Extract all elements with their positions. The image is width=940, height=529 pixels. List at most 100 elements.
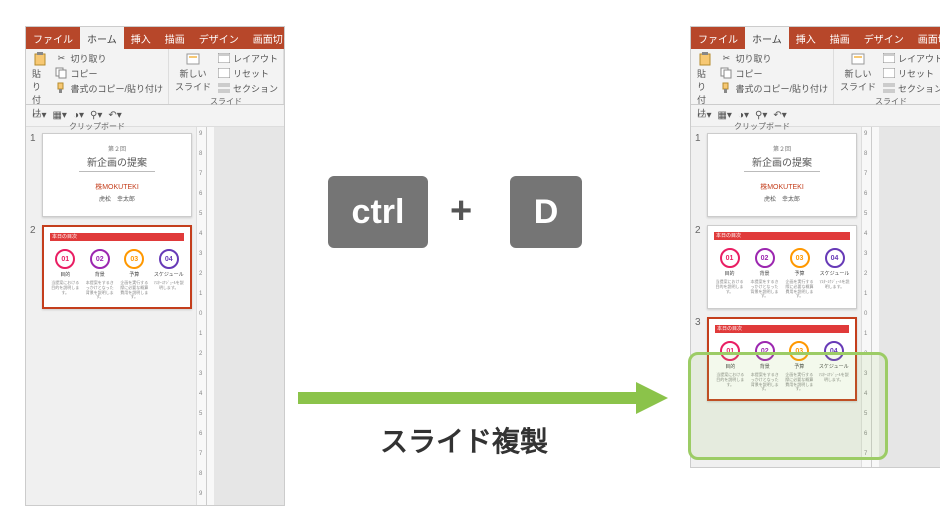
- tab-draw[interactable]: 描画: [158, 27, 192, 49]
- tab-file[interactable]: ファイル: [26, 27, 80, 49]
- ruler-tick: 3: [199, 251, 202, 257]
- slide-1-preview: 第２回 新企画の提案 株MOKUTEKI 虎松 幸太郎: [707, 133, 857, 217]
- layout-icon: [882, 51, 896, 65]
- agenda-bar: 本日の目次: [714, 232, 850, 240]
- paste-button[interactable]: 貼り付け: [30, 51, 50, 120]
- format-painter-button[interactable]: 書式のコピー/貼り付け: [53, 81, 164, 95]
- ruler-tick: 5: [864, 211, 867, 217]
- agenda-label: 予算: [794, 270, 804, 277]
- ruler-tick: 2: [864, 271, 867, 277]
- layout-icon: [217, 51, 231, 65]
- agenda-num: 02: [755, 248, 775, 268]
- section-label: セクション: [233, 82, 278, 95]
- layout-label: レイアウト: [233, 52, 278, 65]
- thumb-number: 1: [30, 133, 38, 217]
- agenda-items: 01目的当提案における目的を説明します。 02背景本提案をするきっかけとなった背…: [48, 249, 186, 300]
- caption: スライド複製: [380, 420, 548, 460]
- thumbnail-1[interactable]: 1 第２回 新企画の提案 株MOKUTEKI 虎松 幸太郎: [30, 133, 192, 217]
- new-slide-button[interactable]: 新しい スライド: [173, 51, 213, 94]
- slide1-small: 第２回: [708, 144, 856, 153]
- new-slide-icon: [851, 52, 865, 66]
- agenda-num: 02: [90, 249, 110, 269]
- agenda-num: 04: [825, 248, 845, 268]
- new-slide-button[interactable]: 新しい スライド: [838, 51, 878, 94]
- clipboard-group-label: クリップボード: [30, 120, 164, 132]
- tab-design[interactable]: デザイン: [857, 27, 911, 49]
- agenda-text: 当提案における目的を説明します。: [715, 280, 745, 294]
- agenda-text: 当提案における目的を説明します。: [50, 281, 80, 295]
- cut-button[interactable]: ✂切り取り: [718, 51, 829, 65]
- tab-design[interactable]: デザイン: [192, 27, 246, 49]
- slides-group-label: スライド: [838, 95, 940, 107]
- new-slide-icon: [186, 52, 200, 66]
- agenda-label: スケジュール: [154, 271, 184, 278]
- tab-transition[interactable]: 画面切り替え: [911, 27, 940, 49]
- tab-transition[interactable]: 画面切り替え: [246, 27, 320, 49]
- agenda-text: 本提案をするきっかけとなった背景を説明します。: [85, 281, 115, 300]
- highlight-duplicated-slide: [688, 352, 888, 460]
- ruler-tick: 7: [864, 171, 867, 177]
- thumb-number: 1: [695, 133, 703, 217]
- slide1-author: 虎松 幸太郎: [708, 194, 856, 203]
- tab-insert[interactable]: 挿入: [789, 27, 823, 49]
- layout-button[interactable]: レイアウト: [881, 51, 940, 65]
- copy-label: コピー: [70, 67, 97, 80]
- layout-button[interactable]: レイアウト: [216, 51, 279, 65]
- tab-home[interactable]: ホーム: [80, 27, 124, 49]
- agenda-text: ﾏｽﾀｰｽｹｼﾞｭｰﾙを説明します。: [154, 281, 184, 291]
- format-painter-button[interactable]: 書式のコピー/貼り付け: [718, 81, 829, 95]
- ruler-tick: 2: [199, 271, 202, 277]
- slide1-author: 虎松 幸太郎: [43, 194, 191, 203]
- ruler-tick: 2: [199, 351, 202, 357]
- slide1-small: 第２回: [43, 144, 191, 153]
- layout-label: レイアウト: [898, 52, 940, 65]
- ribbon: 貼り付け ✂切り取り コピー 書式のコピー/貼り付け クリップボード 新しい ス…: [26, 49, 284, 105]
- arrow-line: [298, 392, 638, 404]
- thumb-number: 2: [695, 225, 703, 309]
- reset-button[interactable]: リセット: [881, 66, 940, 80]
- ruler-tick: 8: [864, 151, 867, 157]
- new-slide-label: 新しい スライド: [840, 67, 876, 93]
- format-painter-label: 書式のコピー/貼り付け: [735, 82, 828, 95]
- ribbon-group-slides: 新しい スライド レイアウト リセット セクション スライド: [834, 49, 940, 104]
- key-d: D: [510, 176, 582, 248]
- tab-file[interactable]: ファイル: [691, 27, 745, 49]
- copy-button[interactable]: コピー: [53, 66, 164, 80]
- ribbon-tabs: ファイル ホーム 挿入 描画 デザイン 画面切り替え: [691, 27, 940, 49]
- copy-label: コピー: [735, 67, 762, 80]
- ribbon-group-slides: 新しい スライド レイアウト リセット セクション スライド: [169, 49, 284, 104]
- agenda-num: 01: [55, 249, 75, 269]
- paste-icon: [33, 52, 47, 66]
- agenda-num: 01: [720, 248, 740, 268]
- brush-icon: [54, 81, 68, 95]
- section-button[interactable]: セクション: [216, 81, 279, 95]
- powerpoint-window-before: ファイル ホーム 挿入 描画 デザイン 画面切り替え 貼り付け ✂切り取り コピ…: [25, 26, 285, 506]
- reset-button[interactable]: リセット: [216, 66, 279, 80]
- copy-button[interactable]: コピー: [718, 66, 829, 80]
- slide-2-preview: 本日の目次 01目的当提案における目的を説明します。 02背景本提案をするきっか…: [42, 225, 192, 309]
- scissors-icon: ✂: [719, 51, 733, 65]
- section-button[interactable]: セクション: [881, 81, 940, 95]
- tab-insert[interactable]: 挿入: [124, 27, 158, 49]
- reset-label: リセット: [233, 67, 269, 80]
- ribbon: 貼り付け ✂切り取り コピー 書式のコピー/貼り付け クリップボード 新しい ス…: [691, 49, 940, 105]
- paste-button[interactable]: 貼り付け: [695, 51, 715, 120]
- thumbnail-2[interactable]: 2 本日の目次 01目的当提案における目的を説明します。 02背景本提案をするき…: [695, 225, 857, 309]
- agenda-label: 背景: [95, 271, 105, 278]
- slide1-title: 新企画の提案: [79, 154, 155, 172]
- ruler-tick: 0: [864, 311, 867, 317]
- arrow-head-icon: [636, 382, 668, 414]
- thumbnail-1[interactable]: 1 第２回 新企画の提案 株MOKUTEKI 虎松 幸太郎: [695, 133, 857, 217]
- tab-draw[interactable]: 描画: [823, 27, 857, 49]
- ruler-tick: 7: [199, 451, 202, 457]
- format-painter-label: 書式のコピー/貼り付け: [70, 82, 163, 95]
- ruler-tick: 1: [199, 331, 202, 337]
- cut-label: 切り取り: [735, 52, 771, 65]
- tab-home[interactable]: ホーム: [745, 27, 789, 49]
- reset-icon: [882, 66, 896, 80]
- thumbnail-2[interactable]: 2 本日の目次 01目的当提案における目的を説明します。 02背景本提案をするき…: [30, 225, 192, 309]
- ruler-tick: 6: [864, 191, 867, 197]
- slide-2-preview: 本日の目次 01目的当提案における目的を説明します。 02背景本提案をするきっか…: [707, 225, 857, 309]
- clipboard-group-label: クリップボード: [695, 120, 829, 132]
- cut-button[interactable]: ✂切り取り: [53, 51, 164, 65]
